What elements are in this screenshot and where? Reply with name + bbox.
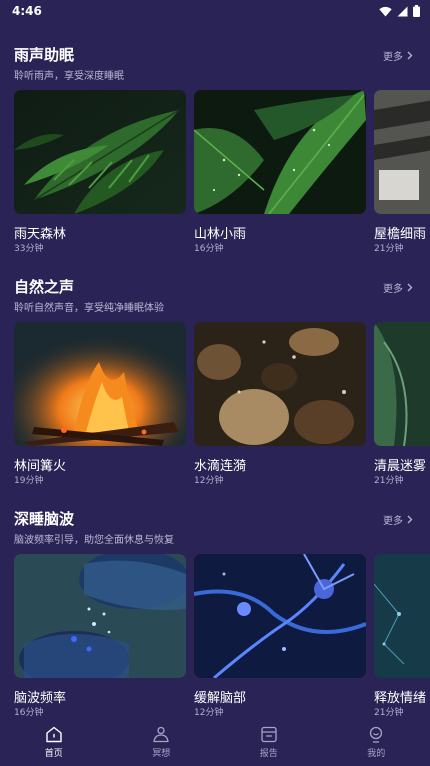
more-button[interactable]: 更多 xyxy=(383,48,413,63)
card-title: 脑波频率 xyxy=(14,691,67,706)
card-image-water-drops xyxy=(194,322,366,446)
sound-card[interactable]: 水滴连漪 12分钟 xyxy=(194,322,366,492)
more-button[interactable]: 更多 xyxy=(383,512,413,527)
morning-mist-image xyxy=(374,322,430,446)
card-duration: 12分钟 xyxy=(194,708,224,718)
mountain-rain-image xyxy=(194,90,366,214)
card-duration: 19分钟 xyxy=(14,476,44,486)
tab-report[interactable]: 报告 xyxy=(215,718,323,766)
wifi-icon xyxy=(379,6,392,16)
card-image-eave-rain xyxy=(374,90,430,214)
sound-card[interactable]: 雨天森林 33分钟 xyxy=(14,90,186,260)
card-title: 山林小雨 xyxy=(194,227,247,242)
card-title: 水滴连漪 xyxy=(194,459,247,474)
card-row[interactable]: 林间篝火 19分钟 水滴连漪 12分钟 清晨迷雾 21分钟 xyxy=(14,322,430,492)
section-subtitle: 聆听自然声音，享受纯净睡眠体验 xyxy=(14,303,164,314)
neurons-image xyxy=(194,554,366,678)
card-title: 释放情绪 xyxy=(374,691,427,706)
more-label: 更多 xyxy=(383,516,403,527)
section-header: 深睡脑波 脑波频率引导，助您全面休息与恢复 更多 xyxy=(14,492,416,546)
sound-card[interactable]: 释放情绪 21分钟 xyxy=(374,554,430,718)
home-icon xyxy=(46,726,62,743)
section-subtitle: 聆听雨声，享受深度睡眠 xyxy=(14,71,124,82)
profile-icon xyxy=(370,726,383,743)
sound-card[interactable]: 清晨迷雾 21分钟 xyxy=(374,322,430,492)
section-title: 深睡脑波 xyxy=(14,510,75,528)
section-header: 自然之声 聆听自然声音，享受纯净睡眠体验 更多 xyxy=(14,260,416,314)
sound-card[interactable]: 山林小雨 16分钟 xyxy=(194,90,366,260)
meditation-icon xyxy=(153,726,169,743)
card-image-rain-forest xyxy=(14,90,186,214)
tab-label: 报告 xyxy=(259,749,278,759)
more-label: 更多 xyxy=(383,52,403,63)
card-duration: 21分钟 xyxy=(374,244,404,254)
card-duration: 16分钟 xyxy=(14,708,44,718)
chevron-right-icon xyxy=(407,51,413,60)
card-row[interactable]: 脑波频率 16分钟 缓解脑部 12分钟 释放情绪 21分钟 xyxy=(14,554,430,718)
report-icon xyxy=(261,726,277,743)
sound-card[interactable]: 林间篝火 19分钟 xyxy=(14,322,186,492)
status-bar: 4:46 xyxy=(0,0,430,22)
card-image-neurons xyxy=(194,554,366,678)
sound-card[interactable]: 脑波频率 16分钟 xyxy=(14,554,186,718)
tab-label: 冥想 xyxy=(152,749,171,759)
signal-icon xyxy=(397,6,408,16)
card-image-morning-mist xyxy=(374,322,430,446)
tab-label: 我的 xyxy=(367,749,386,759)
home-content[interactable]: 雨声助眠 聆听雨声，享受深度睡眠 更多 雨天森林 33分钟 山林小雨 16分钟 … xyxy=(0,28,430,718)
campfire-image xyxy=(14,322,186,446)
tab-home[interactable]: 首页 xyxy=(0,718,108,766)
card-image-release xyxy=(374,554,430,678)
chevron-right-icon xyxy=(407,515,413,524)
status-time: 4:46 xyxy=(12,4,42,18)
card-duration: 21分钟 xyxy=(374,476,404,486)
section-title: 自然之声 xyxy=(14,278,75,296)
card-image-campfire xyxy=(14,322,186,446)
section-brainwave: 深睡脑波 脑波频率引导，助您全面休息与恢复 更多 脑波频率 16分钟 缓解脑部 … xyxy=(0,492,430,718)
card-image-mountain-rain xyxy=(194,90,366,214)
card-duration: 12分钟 xyxy=(194,476,224,486)
more-button[interactable]: 更多 xyxy=(383,280,413,295)
section-nature: 自然之声 聆听自然声音，享受纯净睡眠体验 更多 林间篝火 19分钟 水滴连漪 1… xyxy=(0,260,430,492)
status-icons xyxy=(379,5,420,17)
tab-profile[interactable]: 我的 xyxy=(323,718,430,766)
battery-icon xyxy=(413,5,420,17)
rain-forest-image xyxy=(14,90,186,214)
brainwave-image xyxy=(14,554,186,678)
card-duration: 21分钟 xyxy=(374,708,404,718)
card-duration: 33分钟 xyxy=(14,244,44,254)
card-title: 雨天森林 xyxy=(14,227,67,242)
chevron-right-icon xyxy=(407,283,413,292)
section-rain: 雨声助眠 聆听雨声，享受深度睡眠 更多 雨天森林 33分钟 山林小雨 16分钟 … xyxy=(0,28,430,260)
more-label: 更多 xyxy=(383,284,403,295)
release-image xyxy=(374,554,430,678)
section-header: 雨声助眠 聆听雨声，享受深度睡眠 更多 xyxy=(14,28,416,82)
sound-card[interactable]: 屋檐细雨 21分钟 xyxy=(374,90,430,260)
sound-card[interactable]: 缓解脑部 12分钟 xyxy=(194,554,366,718)
card-title: 缓解脑部 xyxy=(194,691,247,706)
card-title: 屋檐细雨 xyxy=(374,227,427,242)
section-subtitle: 脑波频率引导，助您全面休息与恢复 xyxy=(14,535,174,546)
card-row[interactable]: 雨天森林 33分钟 山林小雨 16分钟 屋檐细雨 21分钟 xyxy=(14,90,430,260)
card-title: 清晨迷雾 xyxy=(374,459,427,474)
card-image-brainwave xyxy=(14,554,186,678)
card-title: 林间篝火 xyxy=(14,459,67,474)
eave-rain-image xyxy=(374,90,430,214)
water-drops-image xyxy=(194,322,366,446)
card-duration: 16分钟 xyxy=(194,244,224,254)
section-title: 雨声助眠 xyxy=(14,46,75,64)
tab-label: 首页 xyxy=(44,749,63,759)
bottom-tab-bar: 首页 冥想 报告 我的 xyxy=(0,718,430,766)
tab-meditation[interactable]: 冥想 xyxy=(108,718,216,766)
